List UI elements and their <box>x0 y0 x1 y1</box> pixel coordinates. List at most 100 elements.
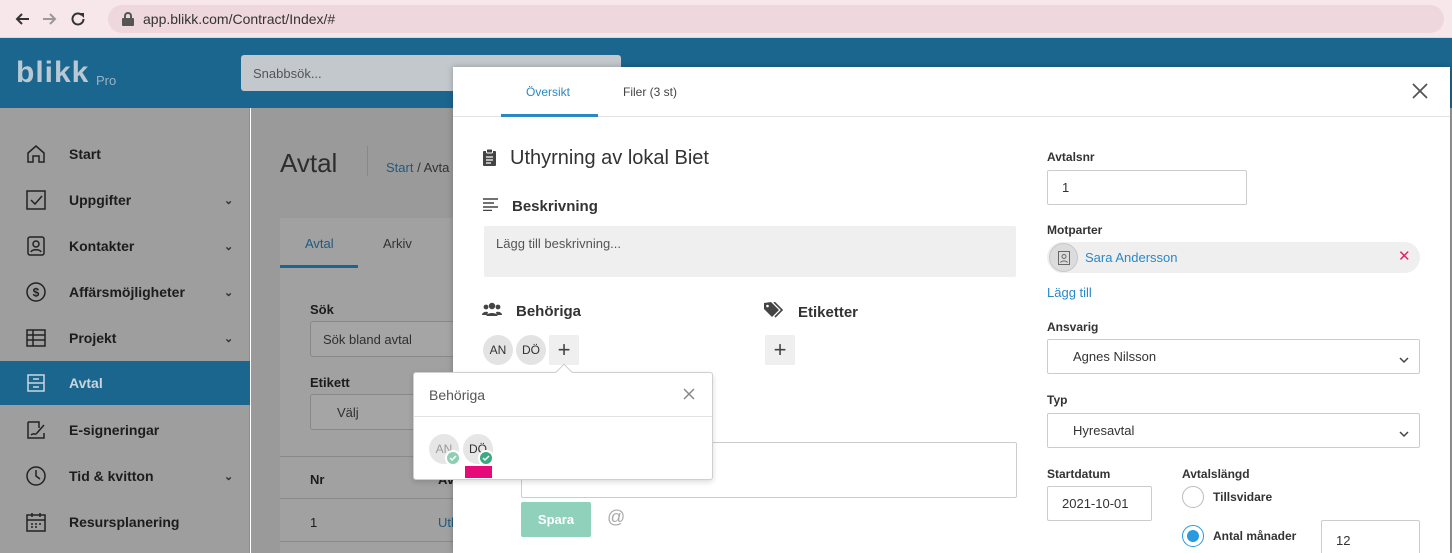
radio-label: Tillsvidare <box>1213 490 1273 504</box>
avatar[interactable]: AN <box>483 335 513 365</box>
sidebar-item-affarsmojligheter[interactable]: $ Affärsmöjligheter ⌄ <box>0 269 250 315</box>
users-icon <box>482 302 502 320</box>
contract-length-label: Avtalslängd <box>1182 467 1250 481</box>
authorized-popover: Behöriga AN DÖ <box>413 363 713 480</box>
sidebar-item-kontakter[interactable]: Kontakter ⌄ <box>0 223 250 269</box>
type-select[interactable]: Hyresavtal <box>1047 413 1420 448</box>
description-heading-text: Beskrivning <box>512 198 598 215</box>
divider <box>280 498 455 499</box>
responsible-label: Ansvarig <box>1047 320 1099 334</box>
radio-antal-manader[interactable] <box>1182 525 1204 547</box>
logo[interactable]: blikk <box>16 56 89 90</box>
browser-toolbar: app.blikk.com/Contract/Index/# <box>0 0 1452 38</box>
active-tab-indicator <box>280 265 358 268</box>
contact-card-icon <box>25 235 47 257</box>
avatar[interactable]: DÖ <box>516 335 546 365</box>
breadcrumb: Start / Avta <box>386 160 449 175</box>
tab-oversikt[interactable]: Översikt <box>526 85 570 99</box>
authorized-heading: Behöriga <box>482 302 581 320</box>
sidebar-item-label: Avtal <box>69 375 103 391</box>
sidebar: Start Uppgifter ⌄ Kontakter ⌄ $ Affärsmö… <box>0 108 250 553</box>
active-tab-indicator <box>501 114 598 117</box>
contract-title-row: Uthyrning av lokal Biet <box>483 147 709 170</box>
contract-number-input[interactable]: 1 <box>1047 170 1247 205</box>
popover-title: Behöriga <box>429 387 486 403</box>
sidebar-item-e-signeringar[interactable]: E-signeringar <box>0 407 250 453</box>
tab-filer[interactable]: Filer (3 st) <box>623 85 677 99</box>
page-title: Avtal <box>280 148 338 178</box>
add-authorized-button[interactable]: + <box>549 335 579 365</box>
url-text: app.blikk.com/Contract/Index/# <box>143 11 336 27</box>
tab-avtal[interactable]: Avtal <box>305 236 334 251</box>
contract-search-input[interactable]: Sök bland avtal <box>310 321 455 357</box>
clock-icon <box>25 465 47 487</box>
tags-icon <box>764 301 784 322</box>
start-date-input[interactable]: 2021-10-01 <box>1047 486 1152 521</box>
tags-heading-text: Etiketter <box>798 303 859 321</box>
tab-arkiv[interactable]: Arkiv <box>383 236 412 251</box>
sidebar-item-projekt[interactable]: Projekt ⌄ <box>0 315 250 361</box>
radio-tillsvidare[interactable] <box>1182 486 1204 508</box>
sidebar-item-avtal[interactable]: Avtal <box>0 361 250 405</box>
sidebar-item-tid-kvitton[interactable]: Tid & kvitton ⌄ <box>0 453 250 499</box>
lock-icon <box>122 12 134 26</box>
tag-filter-label: Etikett <box>310 375 350 390</box>
sidebar-item-label: Projekt <box>69 330 117 346</box>
breadcrumb-start-link[interactable]: Start <box>386 160 413 175</box>
column-header-nr[interactable]: Nr <box>310 472 324 487</box>
archive-icon <box>25 372 47 394</box>
add-party-link[interactable]: Lägg till <box>1047 285 1092 300</box>
contact-card-icon <box>1049 243 1078 272</box>
save-button[interactable]: Spara <box>521 502 591 537</box>
type-value: Hyresavtal <box>1073 423 1135 438</box>
contract-title[interactable]: Uthyrning av lokal Biet <box>510 147 709 170</box>
party-chip[interactable]: Sara Andersson ✕ <box>1047 242 1420 273</box>
close-icon[interactable] <box>1410 81 1430 101</box>
chevron-down-icon: ⌄ <box>224 240 234 253</box>
sidebar-item-start[interactable]: Start <box>0 131 250 177</box>
chevron-down-icon <box>1399 352 1409 367</box>
type-label: Typ <box>1047 393 1068 407</box>
chevron-down-icon: ⌄ <box>224 332 234 345</box>
start-date-label: Startdatum <box>1047 467 1111 481</box>
sidebar-item-label: Start <box>69 146 101 162</box>
months-input[interactable]: 12 <box>1321 520 1420 553</box>
plus-icon: + <box>773 337 787 362</box>
modal-tabs: Översikt Filer (3 st) <box>453 67 1450 117</box>
table-row-link[interactable]: Utl <box>438 515 454 530</box>
radio-label: Antal månader <box>1213 529 1297 543</box>
responsible-select[interactable]: Agnes Nilsson <box>1047 339 1420 374</box>
back-arrow-icon[interactable] <box>8 5 36 33</box>
tags-heading: Etiketter <box>764 301 859 322</box>
calendar-icon <box>25 511 47 533</box>
contract-number-label: Avtalsnr <box>1047 150 1095 164</box>
sidebar-item-uppgifter[interactable]: Uppgifter ⌄ <box>0 177 250 223</box>
dollar-icon: $ <box>25 281 47 303</box>
divider <box>280 541 455 542</box>
address-bar[interactable]: app.blikk.com/Contract/Index/# <box>108 5 1444 33</box>
home-icon <box>25 143 47 165</box>
breadcrumb-separator: / <box>413 160 424 175</box>
description-input[interactable]: Lägg till beskrivning... <box>484 226 1016 277</box>
sidebar-item-label: E-signeringar <box>69 422 160 438</box>
sidebar-item-label: Affärsmöjligheter <box>69 284 185 300</box>
close-icon[interactable] <box>681 386 697 402</box>
responsible-value: Agnes Nilsson <box>1073 349 1157 364</box>
mention-icon[interactable]: @ <box>607 507 625 528</box>
remove-party-icon[interactable]: ✕ <box>1398 247 1411 265</box>
checkbox-icon <box>25 189 47 211</box>
description-heading: Beskrivning <box>483 198 598 215</box>
party-name[interactable]: Sara Andersson <box>1085 250 1178 265</box>
check-icon <box>445 450 461 466</box>
authorized-heading-text: Behöriga <box>516 302 582 320</box>
forward-arrow-icon[interactable] <box>36 5 64 33</box>
search-label: Sök <box>310 302 334 317</box>
divider <box>367 146 368 176</box>
sidebar-item-label: Kontakter <box>69 238 135 254</box>
check-icon <box>478 450 494 466</box>
add-tag-button[interactable]: + <box>765 335 795 365</box>
logo-suffix: Pro <box>96 73 117 88</box>
reload-icon[interactable] <box>64 5 92 33</box>
sidebar-item-resursplanering[interactable]: Resursplanering <box>0 499 250 545</box>
svg-text:$: $ <box>33 286 40 300</box>
